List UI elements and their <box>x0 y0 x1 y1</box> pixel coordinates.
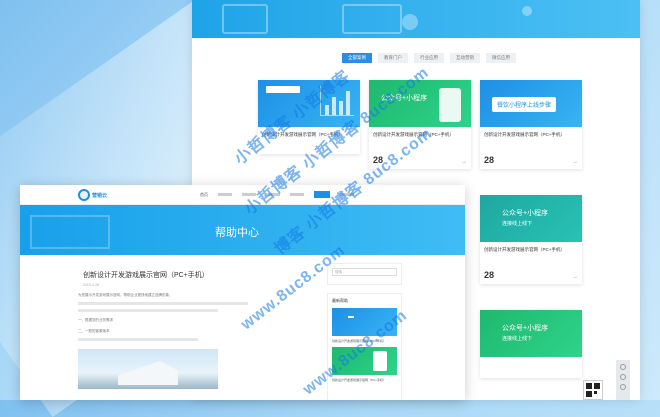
top-icon[interactable] <box>620 384 626 390</box>
latest-item-title[interactable]: 创新设计开发游戏展示官网（PC+手机） <box>332 378 397 382</box>
nav-item[interactable] <box>242 193 256 196</box>
logo-text: 营销云 <box>92 192 108 199</box>
phone-icon[interactable] <box>620 374 626 380</box>
card-thumbnail: 餐饮小程序上线步骤 <box>480 80 582 127</box>
page-banner: 帮助中心 <box>20 205 465 255</box>
filter-tab[interactable]: 行业应用 <box>414 53 444 63</box>
card-title: 创新设计开发游戏展示官网（PC+手机） <box>484 132 565 137</box>
case-card[interactable]: 公众号+小程序 创新设计开发游戏展示官网（PC+手机） 28 → <box>369 80 471 169</box>
latest-thumb[interactable] <box>332 347 397 375</box>
arrow-right-icon[interactable]: → <box>572 274 578 280</box>
case-card[interactable]: 公众号+小程序 连接线上线下 <box>480 310 582 378</box>
case-card[interactable]: 餐饮小程序上线步骤 创新设计开发游戏展示官网（PC+手机） 28 → <box>480 80 582 169</box>
article-paragraph: 二、一般的客服版本 <box>78 329 110 333</box>
nav-menu: 首页 <box>200 191 354 198</box>
logo-icon <box>78 189 90 201</box>
article-paragraph: 一、根据您的业务需求 <box>78 318 113 322</box>
card-thumbnail: 公众号+小程序 <box>369 80 471 127</box>
card-desc <box>480 255 582 269</box>
qr-code <box>583 380 603 400</box>
floating-toolbar <box>616 360 630 400</box>
chart-icon <box>320 86 354 116</box>
filter-tab[interactable]: 全部案例 <box>342 53 372 63</box>
building-image <box>118 361 178 385</box>
latest-help-title: 最新帮助 <box>332 298 348 303</box>
nav-item[interactable] <box>218 193 232 196</box>
filter-tab[interactable]: 微信应用 <box>486 53 516 63</box>
article-paragraph: 为您展示开发游戏展示官网，帮助企业更快地建立品牌形象。 <box>78 293 173 297</box>
nav-item-home[interactable]: 首页 <box>200 192 208 198</box>
search-input[interactable]: 搜索 <box>332 268 397 276</box>
phone-icon <box>439 88 461 122</box>
article-image <box>78 349 218 389</box>
arrow-right-icon[interactable]: → <box>572 159 578 165</box>
card-day: 28 <box>484 270 495 280</box>
thumb-label: 餐饮小程序上线步骤 <box>492 97 557 112</box>
thumb-subtitle: 连接线上线下 <box>502 336 533 342</box>
top-nav: 营销云 首页 <box>20 185 465 205</box>
card-title <box>480 357 582 364</box>
thumb-header <box>266 86 300 93</box>
filter-tab[interactable]: 教育门户 <box>378 53 408 63</box>
card-desc <box>480 364 582 378</box>
nav-item-help[interactable] <box>314 191 330 198</box>
card-thumbnail: 公众号+小程序 连接线上线下 <box>480 310 582 357</box>
card-day: 28 <box>373 155 384 165</box>
card-footer: 28 → <box>480 269 582 284</box>
thumb-label: 公众号+小程序 <box>502 210 549 217</box>
decor-frame <box>30 215 110 249</box>
phone-icon <box>373 351 387 371</box>
card-title: 创新设计开发游戏展示官网（PC+手机） <box>262 132 343 137</box>
thumb-label: 公众号+小程序 <box>502 325 549 332</box>
thumb-label: 公众号+小程序 <box>381 95 428 102</box>
case-card[interactable]: 创新设计开发游戏展示官网（PC+手机） <box>258 80 360 154</box>
search-box: 搜索 <box>327 263 402 285</box>
card-thumbnail: 公众号+小程序 连接线上线下 <box>480 195 582 242</box>
nav-item[interactable] <box>266 193 280 196</box>
nav-item[interactable] <box>340 193 354 196</box>
card-desc <box>258 140 360 154</box>
text-placeholder <box>78 302 248 305</box>
latest-item-title[interactable]: 创新设计开发游戏展示官网（PC+手机） <box>332 339 397 343</box>
nav-item[interactable] <box>290 193 304 196</box>
front-window: 营销云 首页 帮助中心 创新设计开发游戏展示官网（PC+手机） 2019-4-2… <box>20 185 465 400</box>
card-title: 创新设计开发游戏展示官网（PC+手机） <box>373 132 454 137</box>
article-date: 2019-4-28 <box>83 283 99 287</box>
decor-frame <box>342 4 402 34</box>
service-icon[interactable] <box>620 364 626 370</box>
card-desc <box>369 140 471 154</box>
logo[interactable]: 营销云 <box>78 189 107 201</box>
case-card[interactable]: 公众号+小程序 连接线上线下 创新设计开发游戏展示官网（PC+手机） 28 → <box>480 195 582 284</box>
sidebar: 搜索 最新帮助 创新设计开发游戏展示官网（PC+手机） 创新设计开发游戏展示官网… <box>327 263 402 400</box>
card-desc <box>480 140 582 154</box>
decor-frame <box>222 4 268 34</box>
case-filter-tabs: 全部案例 教育门户 行业应用 互动营销 微信应用 <box>342 53 516 63</box>
article: 创新设计开发游戏展示官网（PC+手机） 2019-4-28 为您展示开发游戏展示… <box>78 270 318 400</box>
latest-thumb[interactable] <box>332 308 397 336</box>
thumb-subtitle: 连接线上线下 <box>502 221 533 227</box>
card-thumbnail <box>258 80 360 127</box>
card-footer: 28 → <box>480 154 582 169</box>
arrow-right-icon[interactable]: → <box>461 159 467 165</box>
card-title: 创新设计开发游戏展示官网（PC+手机） <box>484 247 565 252</box>
article-title: 创新设计开发游戏展示官网（PC+手机） <box>83 272 209 279</box>
decor-dot <box>522 6 532 16</box>
decor-dot <box>402 14 418 30</box>
text-placeholder <box>78 338 198 341</box>
filter-tab[interactable]: 互动营销 <box>450 53 480 63</box>
thumb-label <box>348 316 354 318</box>
latest-help: 最新帮助 创新设计开发游戏展示官网（PC+手机） 创新设计开发游戏展示官网（PC… <box>327 293 402 400</box>
card-footer: 28 → <box>369 154 471 169</box>
back-banner <box>192 0 640 38</box>
page-title: 帮助中心 <box>215 227 259 239</box>
card-day: 28 <box>484 155 495 165</box>
text-placeholder <box>78 309 218 312</box>
